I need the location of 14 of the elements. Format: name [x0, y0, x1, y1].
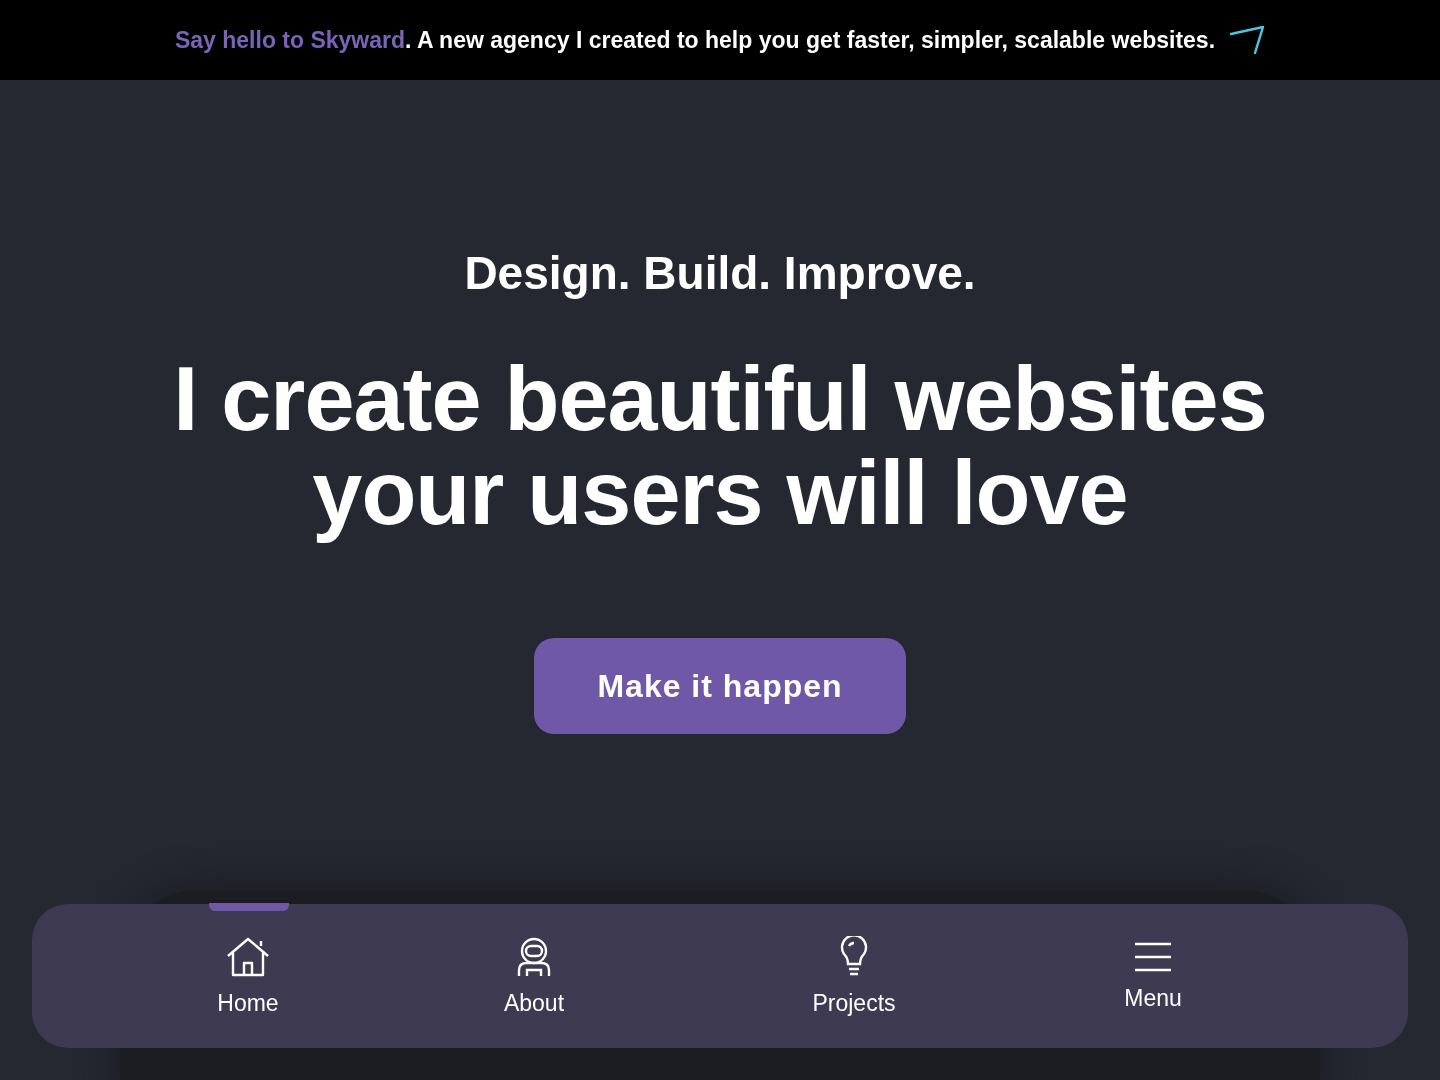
- paper-plane-icon: [1229, 25, 1266, 55]
- hero-tagline: Design. Build. Improve.: [464, 246, 976, 300]
- nav-item[interactable]: Projects: [789, 904, 919, 1048]
- cta-button[interactable]: Make it happen: [534, 638, 906, 734]
- hero-headline: I create beautiful websites: [173, 352, 1267, 446]
- nav-item[interactable]: Menu: [1088, 904, 1218, 1048]
- brand-link[interactable]: Say hello to Skyward: [174, 26, 406, 53]
- nav-item[interactable]: Home: [183, 904, 313, 1048]
- menu-icon: [1134, 940, 1172, 973]
- announcement-text: Say hello to Skyward. A new agency I created to help you get faster, simpler, scalable websites.: [174, 26, 1216, 54]
- lightbulb-icon: [838, 935, 870, 978]
- astronaut-icon: [515, 935, 553, 978]
- nav-item[interactable]: About: [469, 904, 599, 1048]
- house-icon: [225, 935, 271, 978]
